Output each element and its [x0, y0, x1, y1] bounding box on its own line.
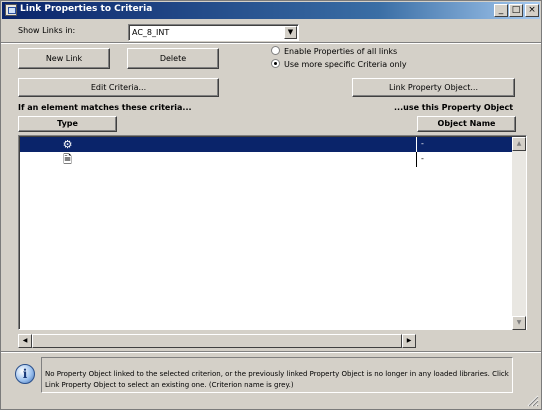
- show-links-value: AC_8_INT: [132, 28, 170, 37]
- enable-all-radio[interactable]: [271, 46, 280, 55]
- show-links-dropdown[interactable]: AC_8_INT ▼: [128, 24, 299, 41]
- info-icon: i: [15, 364, 35, 384]
- maximize-button[interactable]: □: [509, 4, 523, 17]
- vertical-scrollbar[interactable]: ▲ ▼: [512, 137, 526, 330]
- window-title: Link Properties to Criteria: [20, 4, 153, 14]
- column-header-object-name[interactable]: Object Name: [417, 116, 516, 132]
- scroll-right-arrow-icon[interactable]: ▶: [402, 334, 416, 348]
- title-bar[interactable]: Link Properties to Criteria _ □ ×: [2, 2, 540, 19]
- column-separator: [416, 152, 417, 167]
- document-icon: 🗎: [63, 153, 72, 166]
- object-name-cell: -: [421, 139, 424, 148]
- scroll-left-arrow-icon[interactable]: ◀: [18, 334, 32, 348]
- object-name-cell: -: [421, 154, 424, 163]
- resize-grip-icon[interactable]: [527, 395, 539, 407]
- property-object-header: ...use this Property Object: [394, 103, 514, 112]
- info-text: No Property Object linked to the selecte…: [45, 370, 509, 389]
- more-specific-label: Use more specific Criteria only: [284, 60, 407, 69]
- horizontal-scroll-thumb[interactable]: [32, 334, 402, 348]
- column-header-type[interactable]: Type: [18, 116, 117, 132]
- edit-criteria-button[interactable]: Edit Criteria...: [18, 78, 219, 97]
- minimize-button[interactable]: _: [494, 4, 508, 17]
- divider-bottom: [1, 351, 541, 353]
- more-specific-radio[interactable]: [271, 59, 280, 68]
- app-icon: [5, 4, 17, 16]
- enable-all-label: Enable Properties of all links: [284, 47, 398, 56]
- horizontal-scrollbar[interactable]: ◀ ▶: [18, 334, 416, 348]
- scroll-down-arrow-icon[interactable]: ▼: [512, 316, 526, 330]
- info-panel: No Property Object linked to the selecte…: [41, 357, 513, 393]
- dialog-window: Link Properties to Criteria _ □ × Show L…: [0, 0, 542, 410]
- show-links-label: Show Links in:: [18, 26, 76, 35]
- new-link-button[interactable]: New Link: [18, 48, 110, 69]
- links-list[interactable]: ⚙ - 🗎 -: [18, 135, 527, 330]
- link-property-object-button[interactable]: Link Property Object...: [352, 78, 515, 97]
- list-item[interactable]: 🗎 -: [20, 152, 515, 167]
- divider-top: [1, 42, 541, 44]
- criteria-header: If an element matches these criteria...: [18, 103, 192, 112]
- criteria-icon: ⚙: [62, 138, 73, 151]
- list-item[interactable]: ⚙ -: [20, 137, 515, 152]
- delete-button[interactable]: Delete: [127, 48, 219, 69]
- close-button[interactable]: ×: [525, 4, 539, 17]
- column-separator: [416, 137, 417, 152]
- scroll-up-arrow-icon[interactable]: ▲: [512, 137, 526, 151]
- chevron-down-icon[interactable]: ▼: [284, 26, 297, 39]
